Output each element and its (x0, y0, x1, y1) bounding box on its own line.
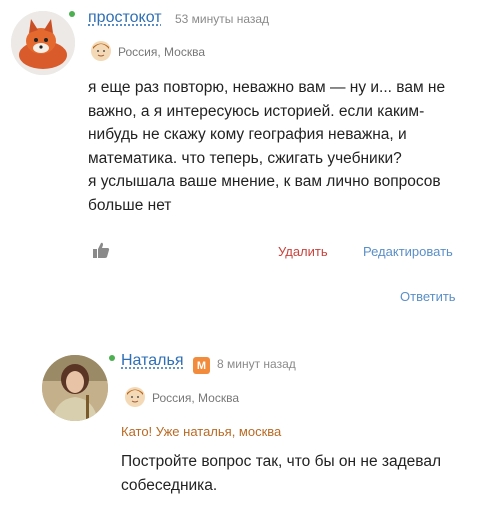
online-indicator (69, 11, 75, 17)
comment-text: Постройте вопрос так, что бы он не задев… (121, 453, 442, 494)
comment-author[interactable]: Наталья (121, 352, 183, 370)
comment-time: 8 минут назад (217, 357, 296, 371)
edit-link[interactable]: Редактировать (363, 244, 453, 259)
user-location: Россия, Москва (152, 391, 239, 405)
online-indicator (109, 355, 115, 361)
comment-time: 53 минуты назад (175, 12, 270, 26)
fox-avatar-image (11, 11, 75, 75)
delete-link[interactable]: Удалить (278, 244, 328, 259)
avatar[interactable] (11, 11, 75, 75)
user-location-icon (90, 40, 112, 67)
woman-avatar-image (42, 355, 108, 421)
user-location: Россия, Москва (118, 45, 205, 59)
like-icon[interactable] (92, 241, 110, 264)
reply-link[interactable]: Ответить (400, 289, 456, 304)
comment-text: я еще раз повторю, неважно вам — ну и...… (88, 79, 446, 214)
comment-author[interactable]: простокот (88, 9, 162, 27)
moderator-badge: М (193, 357, 210, 374)
user-location-icon (124, 386, 146, 413)
avatar[interactable] (42, 355, 108, 421)
quoted-reply: Като! Уже наталья, москва (121, 424, 282, 439)
